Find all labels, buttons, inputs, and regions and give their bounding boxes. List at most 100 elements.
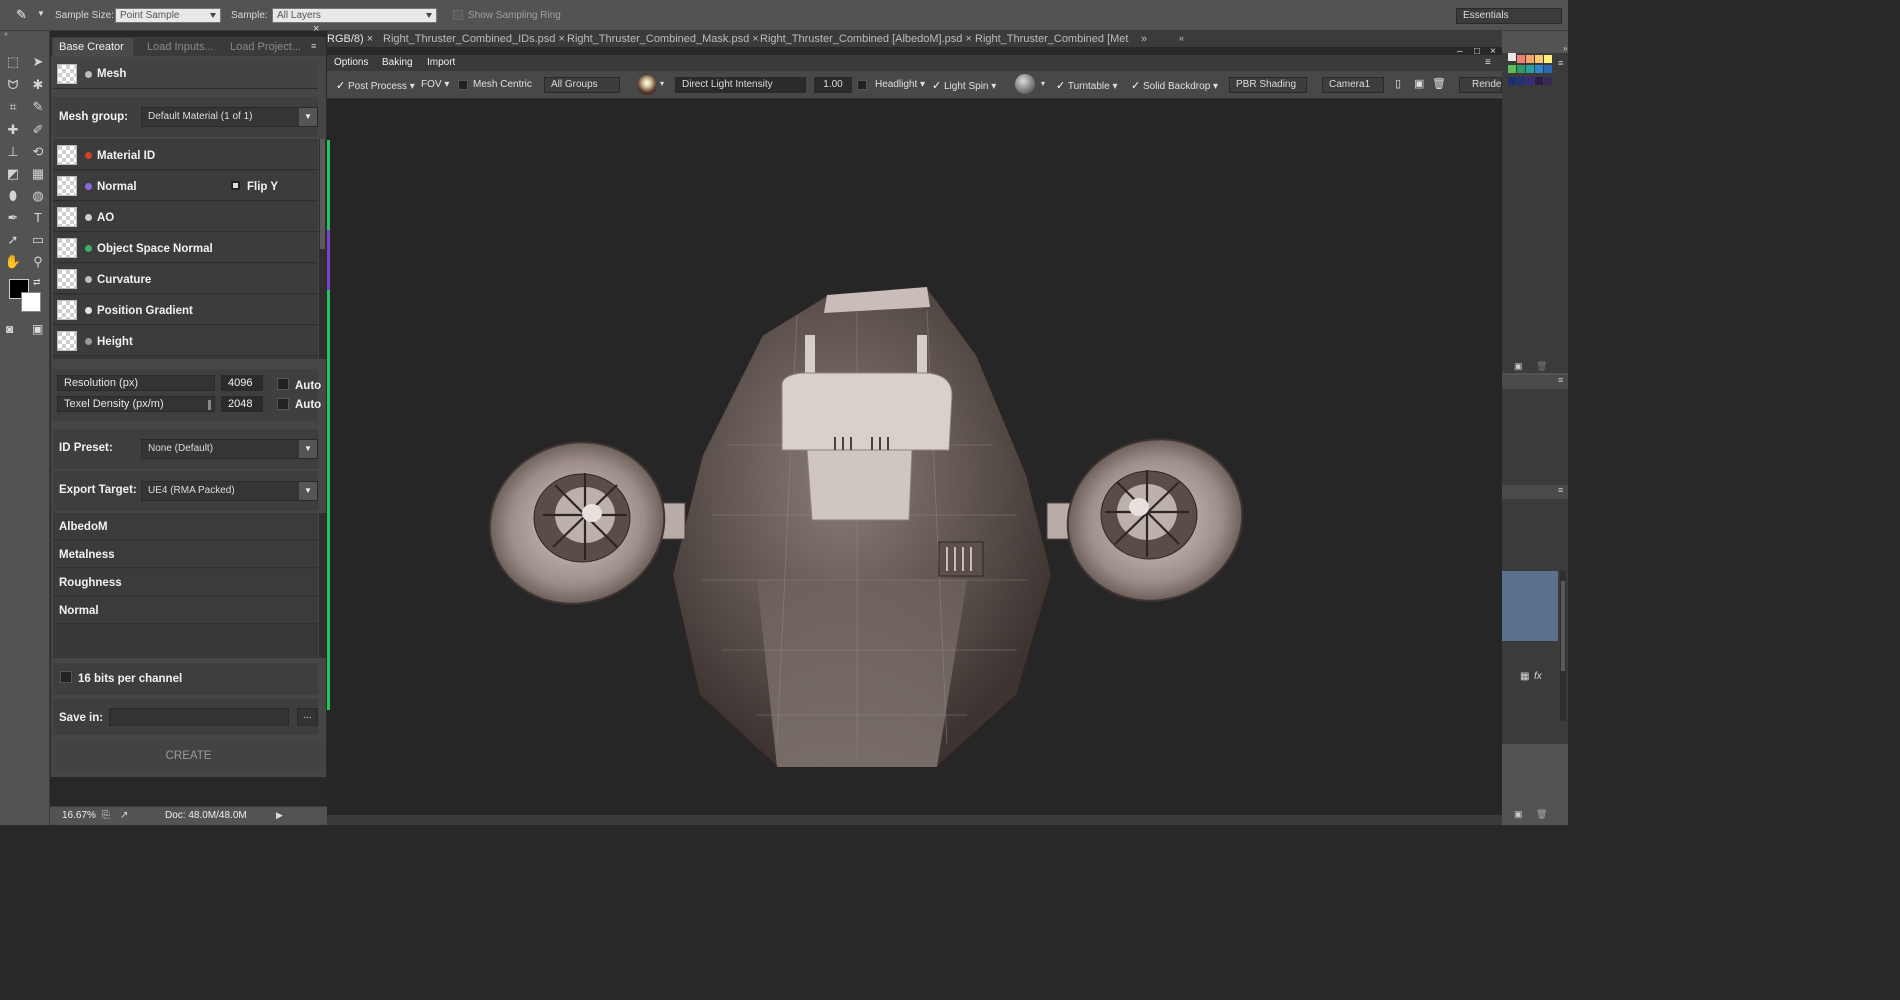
hand-tool-icon[interactable]: ✋ (3, 253, 23, 271)
viewer-scrollbar[interactable] (327, 815, 1502, 825)
close-tab-icon[interactable]: × (367, 33, 373, 45)
magic-wand-icon[interactable]: ✱ (28, 76, 48, 94)
browse-button[interactable]: ... (297, 708, 318, 726)
chevron-down-icon[interactable]: ▾ (1041, 79, 1045, 88)
map-row[interactable]: AO (53, 202, 318, 232)
map-thumbnail[interactable] (57, 207, 77, 227)
tab-load-inputs[interactable]: Load Inputs... (147, 41, 214, 53)
output-row[interactable]: Metalness (53, 541, 318, 568)
close-tab-icon[interactable]: × (752, 33, 758, 45)
save-in-input[interactable] (109, 708, 289, 726)
layers-scrollbar[interactable] (1560, 571, 1566, 721)
background-color-swatch[interactable] (21, 292, 41, 312)
panel-menu-icon[interactable]: ≡ (1558, 375, 1563, 385)
crop-tool-icon[interactable]: ⌗ (3, 98, 23, 116)
texel-density-input[interactable]: 2048 (221, 396, 263, 412)
viewer-menu-icon[interactable]: ≡ (1485, 57, 1491, 68)
mesh-row[interactable]: Mesh (53, 59, 318, 89)
sample-size-select[interactable]: Point Sample (115, 8, 221, 23)
shape-tool-icon[interactable]: ▭ (28, 231, 48, 249)
map-thumbnail[interactable] (57, 269, 77, 289)
maximize-icon[interactable]: □ (1474, 46, 1480, 57)
color-swatch[interactable] (1526, 55, 1534, 63)
workspace-select[interactable]: Essentials (1456, 8, 1562, 24)
collapse-panel-icon[interactable]: » (1563, 44, 1567, 53)
map-row[interactable]: Curvature (53, 264, 318, 294)
color-swatch[interactable] (1544, 77, 1552, 85)
marquee-tool-icon[interactable]: ⬚ (3, 53, 23, 71)
solid-backdrop-toggle[interactable]: ✓ Solid Backdrop ▾ (1131, 79, 1218, 92)
path-select-icon[interactable]: ➚ (3, 231, 23, 249)
map-row[interactable]: Object Space Normal (53, 233, 318, 263)
panel-menu-icon[interactable]: ≡ (311, 41, 316, 51)
tab-baking[interactable]: Baking (382, 57, 413, 68)
doc-tab[interactable]: Right_Thruster_Combined_Mask.psd × (567, 33, 759, 45)
trash-icon[interactable]: 🗑 (1432, 77, 1446, 90)
color-swatch[interactable] (1517, 65, 1525, 73)
panel-menu-icon[interactable]: ≡ (1558, 58, 1563, 68)
resolution-auto-checkbox[interactable] (277, 378, 289, 390)
map-row[interactable]: Height (53, 326, 318, 356)
color-swatch[interactable] (1535, 65, 1543, 73)
eyedropper-icon[interactable]: ✎ (16, 7, 27, 23)
post-process-toggle[interactable]: ✓ Post Process ▾ (336, 79, 415, 92)
eraser-tool-icon[interactable]: ◩ (3, 165, 23, 183)
headlight-checkbox[interactable] (857, 80, 867, 90)
mesh-thumbnail[interactable] (57, 64, 77, 84)
tab-import[interactable]: Import (427, 57, 455, 68)
light-intensity-value[interactable]: 1.00 (814, 77, 852, 93)
map-thumbnail[interactable] (57, 145, 77, 165)
gradient-tool-icon[interactable]: ▦ (28, 165, 48, 183)
map-row[interactable]: Position Gradient (53, 295, 318, 325)
map-thumbnail[interactable] (57, 300, 77, 320)
color-swatch[interactable] (1508, 65, 1516, 73)
type-tool-icon[interactable]: T (28, 209, 48, 227)
color-swatch[interactable] (1544, 55, 1552, 63)
lighting-environment-icon[interactable] (637, 75, 657, 95)
fov-dropdown[interactable]: FOV ▾ (421, 79, 449, 90)
lasso-tool-icon[interactable]: ᗢ (3, 76, 23, 94)
output-list-scrollbar[interactable] (319, 513, 326, 658)
doc-tab[interactable]: Right_Thruster_Combined [Met (975, 33, 1128, 45)
new-layer-icon[interactable]: ▣ (1514, 809, 1523, 820)
zoom-level[interactable]: 16.67% (62, 810, 96, 821)
headlight-dropdown[interactable]: Headlight ▾ (875, 79, 925, 90)
eyedropper-tool-icon[interactable]: ✎ (28, 98, 48, 116)
layer-mask-icon[interactable]: ▦ (1520, 671, 1529, 682)
selected-layer-row[interactable] (1502, 571, 1558, 641)
output-row[interactable]: AlbedoM (53, 513, 318, 540)
new-document-icon[interactable]: ▯ (1395, 77, 1401, 90)
map-thumbnail[interactable] (57, 331, 77, 351)
map-row[interactable]: Normal Flip Y (53, 171, 318, 201)
render-button[interactable]: Render (1459, 77, 1505, 93)
texel-slider-handle[interactable] (208, 400, 211, 410)
move-tool-icon[interactable]: ➤ (28, 53, 48, 71)
status-menu-arrow-icon[interactable]: ▶ (276, 810, 283, 821)
sixteen-bit-checkbox[interactable] (60, 671, 72, 683)
screen-mode-icon[interactable]: ▣ (32, 322, 43, 336)
groups-select[interactable]: All Groups (544, 77, 620, 93)
swap-colors-icon[interactable]: ⇄ (33, 277, 41, 288)
color-swatch[interactable] (1544, 65, 1552, 73)
mesh-centric-checkbox[interactable] (458, 80, 468, 90)
collapse-panel-icon[interactable]: « (1179, 33, 1184, 43)
id-preset-select[interactable]: None (Default) ▼ (141, 439, 318, 459)
color-swatch[interactable] (1526, 77, 1534, 85)
share-icon[interactable]: ⎘ (102, 810, 110, 821)
output-row[interactable]: Roughness (53, 569, 318, 596)
close-tab-icon[interactable]: × (558, 33, 564, 45)
pen-tool-icon[interactable]: ✒ (3, 209, 23, 227)
color-swatch[interactable] (1535, 77, 1543, 85)
delete-swatch-icon[interactable]: 🗑 (1536, 361, 1547, 372)
doc-tab[interactable]: RGB/8) × (327, 33, 373, 45)
resolution-input[interactable]: 4096 (221, 375, 263, 391)
collapse-toolbar-icon[interactable]: « (0, 31, 50, 38)
texel-auto-checkbox[interactable] (277, 398, 289, 410)
save-icon[interactable]: ▣ (1414, 77, 1424, 90)
chevron-down-icon[interactable]: ▾ (660, 79, 664, 88)
map-thumbnail[interactable] (57, 176, 77, 196)
color-swatch[interactable] (1535, 55, 1543, 63)
output-row[interactable]: Normal (53, 597, 318, 624)
close-icon[interactable]: × (1490, 46, 1496, 57)
tab-options[interactable]: Options (334, 57, 368, 68)
